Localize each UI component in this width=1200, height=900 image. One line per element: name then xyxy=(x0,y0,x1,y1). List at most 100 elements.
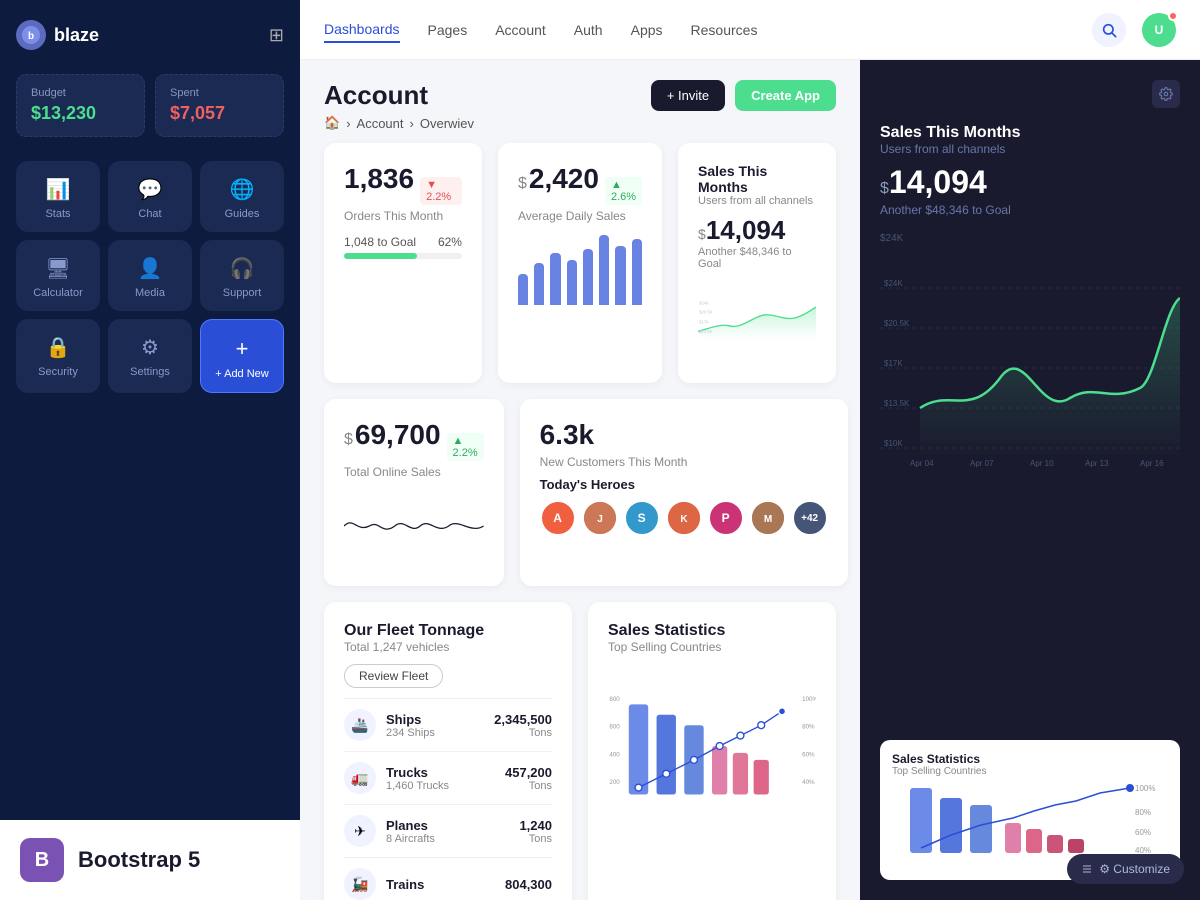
sidebar-item-media[interactable]: 👤 Media xyxy=(108,240,192,311)
bar-country-2-1 xyxy=(657,715,676,795)
right-panel-title: Sales This Months xyxy=(880,124,1180,142)
svg-text:40%: 40% xyxy=(802,779,815,786)
add-new-label: + Add New xyxy=(215,368,269,380)
orders-number: 1,836 xyxy=(344,163,414,195)
page-title: Account xyxy=(324,80,474,111)
nav-auth[interactable]: Auth xyxy=(574,18,603,42)
mini-bar-chart: 100% 80% 60% 40% xyxy=(892,783,1168,863)
sidebar-item-stats[interactable]: 📊 Stats xyxy=(16,161,100,232)
svg-text:$17K: $17K xyxy=(699,319,709,324)
topnav: Dashboards Pages Account Auth Apps Resou… xyxy=(300,0,1200,60)
svg-text:$20.5K: $20.5K xyxy=(884,319,910,328)
sales-month-sub: Users from all channels xyxy=(698,195,816,207)
nav-apps[interactable]: Apps xyxy=(631,18,663,42)
svg-text:80%: 80% xyxy=(1135,808,1151,817)
full-chart-area: $24K $24K $20.5K $17K $13.5K xyxy=(880,233,1180,732)
user-avatar-button[interactable]: U xyxy=(1142,13,1176,47)
sidebar-item-calculator[interactable]: 🖥 Calculator xyxy=(16,240,100,311)
svg-text:80%: 80% xyxy=(802,724,815,731)
bar-chart xyxy=(518,235,642,305)
bar-country-5 xyxy=(733,753,748,795)
full-line-chart: $24K $20.5K $17K $13.5K $10K xyxy=(880,248,1180,468)
planes-icon: ✈ xyxy=(344,815,376,847)
big-dollar: $ xyxy=(880,180,889,198)
chat-label: Chat xyxy=(138,208,161,220)
breadcrumb-account[interactable]: Account xyxy=(357,116,404,131)
mini-sales-sub: Top Selling Countries xyxy=(892,766,1168,777)
breadcrumb-home[interactable]: 🏠 xyxy=(324,115,340,131)
invite-button[interactable]: + Invite xyxy=(651,80,725,111)
support-icon: 🎧 xyxy=(230,256,255,281)
planes-name: Planes xyxy=(386,818,435,833)
sidebar-item-add-new[interactable]: + + Add New xyxy=(200,319,284,393)
heroes-label: Today's Heroes xyxy=(540,477,828,492)
hero-avatar-4: K xyxy=(666,500,702,536)
budget-card: Budget $13,230 xyxy=(16,74,145,137)
svg-text:60%: 60% xyxy=(1135,828,1151,837)
settings-label: Settings xyxy=(130,366,170,378)
calculator-icon: 🖥 xyxy=(45,256,70,281)
budget-cards: Budget $13,230 Spent $7,057 xyxy=(16,74,284,137)
nav-pages[interactable]: Pages xyxy=(428,18,468,42)
svg-text:100%: 100% xyxy=(802,696,816,703)
sidebar-item-support[interactable]: 🎧 Support xyxy=(200,240,284,311)
svg-text:400: 400 xyxy=(609,751,620,758)
trains-value: 804,300 xyxy=(505,877,552,892)
hero-avatar-1: A xyxy=(540,500,576,536)
avatar: U xyxy=(1155,23,1164,37)
content-main: Account 🏠 › Account › Overwiev + Invite … xyxy=(300,60,860,900)
security-label: Security xyxy=(38,366,78,378)
search-button[interactable] xyxy=(1092,13,1126,47)
nav-resources[interactable]: Resources xyxy=(691,18,758,42)
topnav-right: U xyxy=(1092,13,1176,47)
svg-text:$24K: $24K xyxy=(884,279,903,288)
create-app-button[interactable]: Create App xyxy=(735,80,836,111)
bar-6 xyxy=(599,235,609,305)
y-label-24k: $24K xyxy=(880,233,903,244)
svg-text:600: 600 xyxy=(609,724,620,731)
ships-icon: 🚢 xyxy=(344,709,376,741)
hero-photo-1: J xyxy=(584,502,616,534)
chat-icon: 💬 xyxy=(138,177,163,202)
menu-icon[interactable]: ⊞ xyxy=(269,25,284,46)
review-fleet-button[interactable]: Review Fleet xyxy=(344,664,443,688)
trucks-icon: 🚛 xyxy=(344,762,376,794)
fleet-card: Our Fleet Tonnage Total 1,247 vehicles R… xyxy=(324,602,572,900)
customize-button[interactable]: ⚙ Customize xyxy=(1067,854,1184,884)
planes-unit: Tons xyxy=(519,833,552,845)
online-sales-badge: ▲ 2.2% xyxy=(447,433,484,461)
ships-value: 2,345,500 xyxy=(494,712,552,727)
bar-4 xyxy=(567,260,577,306)
sidebar-item-security[interactable]: 🔒 Security xyxy=(16,319,100,393)
heroes-section: Today's Heroes A J S K P xyxy=(540,477,828,536)
daily-sales-badge: ▲ 2.6% xyxy=(605,177,642,205)
svg-text:Apr 07: Apr 07 xyxy=(970,459,994,468)
trucks-value: 457,200 xyxy=(505,765,552,780)
sidebar: b blaze ⊞ Budget $13,230 Spent $7,057 📊 … xyxy=(0,0,300,900)
bar-2 xyxy=(534,263,544,305)
breadcrumb: 🏠 › Account › Overwiev xyxy=(324,115,474,131)
svg-text:$20.5K: $20.5K xyxy=(699,310,713,315)
bar-7 xyxy=(615,246,625,306)
sidebar-item-chat[interactable]: 💬 Chat xyxy=(108,161,192,232)
sales-month-title: Sales This Months xyxy=(698,163,816,195)
svg-text:800: 800 xyxy=(609,696,620,703)
hero-photo-3: M xyxy=(752,502,784,534)
hero-photo-2: K xyxy=(668,502,700,534)
nav-dashboards[interactable]: Dashboards xyxy=(324,17,400,43)
notification-dot xyxy=(1168,11,1178,21)
fleet-row-trucks: 🚛 Trucks 1,460 Trucks 457,200 Tons xyxy=(344,751,552,804)
bootstrap-text: Bootstrap 5 xyxy=(78,847,200,873)
nav-links: Dashboards Pages Account Auth Apps Resou… xyxy=(324,17,757,43)
orders-badge: ▼ 2.2% xyxy=(420,177,462,205)
planes-value: 1,240 xyxy=(519,818,552,833)
hero-avatar-3: S xyxy=(624,500,660,536)
sidebar-item-guides[interactable]: 🌐 Guides xyxy=(200,161,284,232)
fleet-row-ships: 🚢 Ships 234 Ships 2,345,500 Tons xyxy=(344,698,552,751)
nav-account[interactable]: Account xyxy=(495,18,546,42)
panel-settings-icon[interactable] xyxy=(1152,80,1180,108)
sidebar-item-settings[interactable]: ⚙ Settings xyxy=(108,319,192,393)
svg-text:Apr 04: Apr 04 xyxy=(910,459,934,468)
bar-1 xyxy=(518,274,528,306)
planes-sub: 8 Aircrafts xyxy=(386,833,435,845)
